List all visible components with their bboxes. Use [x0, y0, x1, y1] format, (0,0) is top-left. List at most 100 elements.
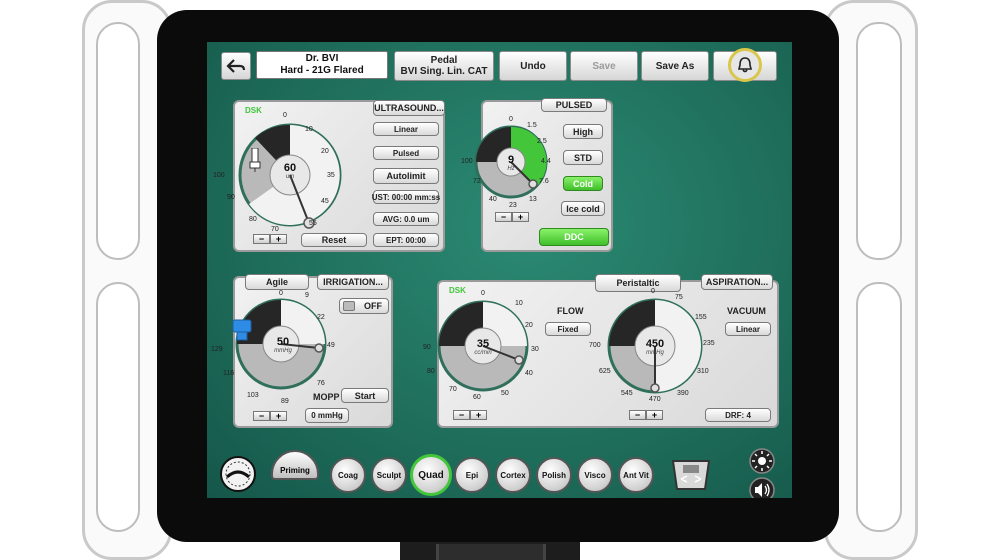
tick-label: 129: [211, 346, 223, 353]
tick-label: 40: [489, 196, 497, 203]
speaker-icon[interactable]: [749, 477, 775, 498]
increment-button[interactable]: +: [512, 212, 529, 222]
screen: Dr. BVI Hard - 21G Flared Pedal BVI Sing.…: [207, 42, 792, 498]
back-button[interactable]: [221, 52, 251, 80]
pulse-rate-readout: 9 Hz: [496, 154, 526, 172]
tick-label: 0: [509, 116, 513, 123]
irrigation-unit: mmHg: [274, 348, 292, 354]
vacuum-mode-button[interactable]: Linear: [725, 322, 771, 336]
frame-slot: [96, 282, 140, 532]
tick-label: 4.4: [541, 158, 551, 165]
irrigation-menu-button[interactable]: IRRIGATION...: [317, 274, 389, 290]
mopp-start-button[interactable]: Start: [341, 388, 389, 403]
tick-label: 20: [321, 148, 329, 155]
tick-label: 100: [213, 172, 225, 179]
alarm-button[interactable]: [713, 48, 777, 82]
tick-label: 9: [305, 292, 309, 299]
drf-button[interactable]: DRF: 4: [705, 408, 771, 422]
increment-button[interactable]: +: [646, 410, 663, 420]
bottle-icon: [232, 319, 252, 344]
decrement-button[interactable]: −: [629, 410, 646, 420]
surgeon-settings[interactable]: Dr. BVI Hard - 21G Flared: [256, 51, 388, 79]
irrigation-toggle-label: OFF: [364, 301, 382, 311]
pulse-mode-std[interactable]: STD: [563, 150, 603, 165]
ddc-button[interactable]: DDC: [539, 228, 609, 246]
tick-label: 13: [529, 196, 537, 203]
tick-label: 100: [461, 158, 473, 165]
power-mode-button[interactable]: Linear: [373, 122, 439, 136]
increment-button[interactable]: +: [470, 410, 487, 420]
brightness-icon[interactable]: [749, 448, 775, 474]
increment-button[interactable]: +: [270, 234, 287, 244]
tick-label: 55: [309, 220, 317, 227]
vacuum-stepper: − +: [629, 410, 663, 420]
tick-label: 72: [473, 178, 481, 185]
aspiration-menu-button[interactable]: ASPIRATION...: [701, 274, 773, 290]
pulse-mode-high[interactable]: High: [563, 124, 603, 139]
autolimit-button[interactable]: Autolimit: [373, 168, 439, 184]
tick-label: 700: [589, 342, 601, 349]
flow-unit: cc/min: [474, 350, 492, 356]
tick-label: 90: [423, 344, 431, 351]
irrigation-value: 50: [276, 336, 290, 348]
irrigation-panel: Agile IRRIGATION... OFF 50 mmHg 0 9 22 4…: [211, 274, 393, 428]
tick-label: 10: [515, 300, 523, 307]
step-epi[interactable]: Epi: [454, 457, 490, 493]
ultrasound-menu-button[interactable]: ULTRASOUND...: [373, 100, 445, 116]
tick-label: 103: [247, 392, 259, 399]
pedal-mode: BVI Sing. Lin. CAT: [400, 66, 488, 77]
pedal-button[interactable]: Pedal BVI Sing. Lin. CAT: [394, 51, 494, 81]
step-sculpt[interactable]: Sculpt: [371, 457, 407, 493]
pulse-mode-button[interactable]: Pulsed: [373, 146, 439, 160]
footswitch-icon[interactable]: [669, 457, 713, 493]
step-visco[interactable]: Visco: [577, 457, 613, 493]
decrement-button[interactable]: −: [253, 234, 270, 244]
step-coag[interactable]: Coag: [330, 457, 366, 493]
tick-label: 75: [675, 294, 683, 301]
pump-type-button[interactable]: Peristaltic: [595, 274, 681, 292]
tick-label: 0: [481, 290, 485, 297]
tip-name: Hard - 21G Flared: [280, 65, 364, 76]
surgeon-name: Dr. BVI: [305, 53, 339, 64]
power-unit: um: [285, 174, 295, 180]
mopp-label: MOPP: [313, 392, 340, 402]
irrigation-stepper: − +: [253, 411, 287, 421]
tick-label: 2.5: [537, 138, 547, 145]
decrement-button[interactable]: −: [495, 212, 512, 222]
reset-button[interactable]: Reset: [301, 233, 367, 247]
tick-label: 20: [525, 322, 533, 329]
step-cortex[interactable]: Cortex: [495, 457, 531, 493]
decrement-button[interactable]: −: [453, 410, 470, 420]
increment-button[interactable]: +: [270, 411, 287, 421]
irrigation-toggle[interactable]: OFF: [339, 298, 389, 314]
bottle-gauge-icon[interactable]: [219, 455, 257, 493]
tick-label: 80: [249, 216, 257, 223]
step-ant-vit[interactable]: Ant Vit: [618, 457, 654, 493]
tick-label: 0: [651, 288, 655, 295]
decrement-button[interactable]: −: [253, 411, 270, 421]
save-button[interactable]: Save: [570, 51, 638, 81]
step-quad[interactable]: Quad: [410, 454, 452, 496]
step-polish[interactable]: Polish: [536, 457, 572, 493]
tick-label: 22: [317, 314, 325, 321]
tick-label: 50: [501, 390, 509, 397]
vacuum-readout: 450 mmHg: [635, 338, 675, 356]
tick-label: 7.6: [539, 178, 549, 185]
avg-readout: AVG: 0.0 um: [373, 212, 439, 226]
pulse-rate-stepper: − +: [495, 212, 529, 222]
pulsed-title[interactable]: PULSED: [541, 98, 607, 112]
pulse-mode-cold[interactable]: Cold: [563, 176, 603, 191]
priming-button[interactable]: Priming: [271, 450, 319, 480]
tick-label: 40: [525, 370, 533, 377]
tick-label: 76: [317, 380, 325, 387]
tick-label: 470: [649, 396, 661, 403]
undo-button[interactable]: Undo: [499, 51, 567, 81]
bell-icon: [737, 57, 753, 73]
ultrasound-panel: DSK ULTRASOUND... 60 um 0 10 20 35 45 55…: [213, 100, 445, 252]
flow-mode-button[interactable]: Fixed: [545, 322, 591, 336]
save-as-button[interactable]: Save As: [641, 51, 709, 81]
power-readout: 60 um: [275, 162, 305, 180]
tick-label: 235: [703, 340, 715, 347]
pulse-mode-ice-cold[interactable]: Ice cold: [561, 201, 605, 216]
irrigation-mode-button[interactable]: Agile: [245, 274, 309, 290]
